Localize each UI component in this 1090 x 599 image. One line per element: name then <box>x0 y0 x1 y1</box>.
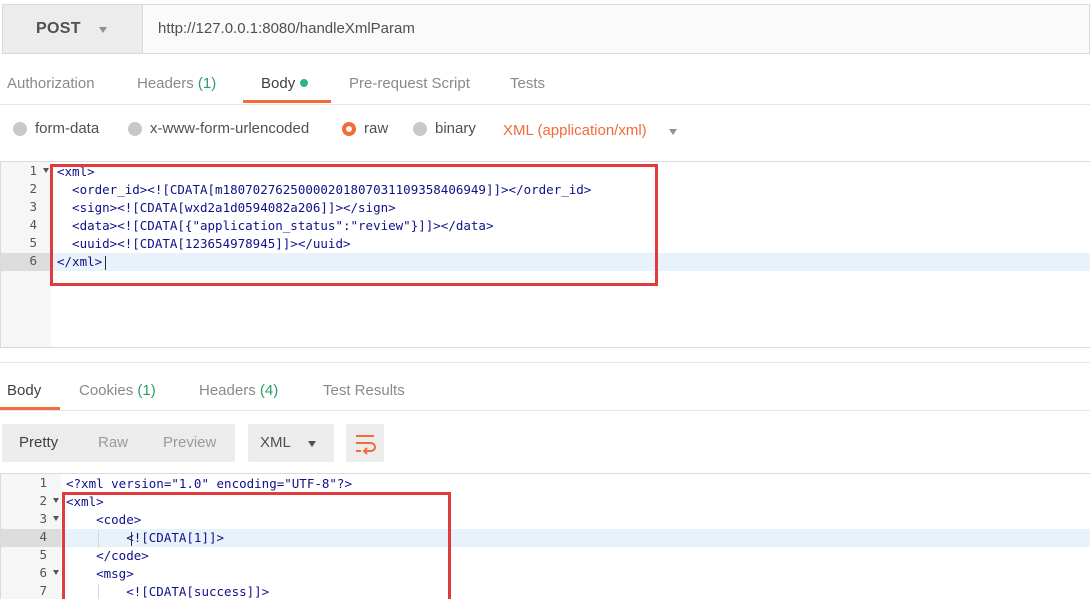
response-toolbar: Pretty Raw Preview XML <box>0 424 1090 462</box>
code-line: <uuid><![CDATA[123654978945]]></uuid> <box>57 236 351 251</box>
line-number-gutter: 1 2 3 4 5 6 <box>1 162 51 347</box>
tab-response-headers[interactable]: Headers (4) <box>199 382 278 399</box>
chevron-down-icon[interactable] <box>669 129 677 135</box>
method-select[interactable]: POST <box>2 4 143 54</box>
tab-label: Authorization <box>7 75 95 92</box>
radio-label: binary <box>435 120 476 137</box>
request-body-editor[interactable]: 1 2 3 4 5 6 <xml> <order_id><![CDATA[m18… <box>0 161 1090 348</box>
format-label: XML <box>260 434 291 451</box>
radio-label: raw <box>364 120 389 137</box>
radio-label: form-data <box>35 120 100 137</box>
tab-authorization[interactable]: Authorization <box>7 75 95 92</box>
chevron-down-icon <box>308 441 316 447</box>
response-body-viewer[interactable]: 1 2 3 4 5 6 7 <?xml version="1.0" encodi… <box>0 473 1090 599</box>
request-tabs: Authorization Headers (1) Body Pre-reque… <box>0 62 1090 105</box>
method-label: POST <box>36 20 81 37</box>
tab-label: Headers <box>199 382 256 399</box>
response-tabs: Body Cookies (1) Headers (4) Test Result… <box>0 362 1090 411</box>
radio-label: x-www-form-urlencoded <box>150 120 310 137</box>
url-input[interactable]: http://127.0.0.1:8080/handleXmlParam <box>143 4 1090 54</box>
tab-pre-request-script[interactable]: Pre-request Script <box>349 75 470 92</box>
radio-binary[interactable]: binary <box>413 120 476 137</box>
fold-arrow-icon[interactable] <box>53 516 59 521</box>
wrap-lines-button[interactable] <box>346 424 384 462</box>
tab-label: Test Results <box>323 382 405 399</box>
code-line: <![CDATA[1]]> <box>66 530 225 545</box>
radio-circle-icon <box>413 121 427 136</box>
fold-arrow-icon[interactable] <box>43 168 49 173</box>
tab-label: Tests <box>510 75 546 92</box>
wrap-lines-icon <box>356 435 376 455</box>
active-tab-underline <box>243 100 331 103</box>
text-cursor <box>105 256 106 270</box>
code-line: <code> <box>66 512 142 527</box>
tab-test-results[interactable]: Test Results <box>323 382 405 399</box>
tab-count-badge: (1) <box>197 75 217 92</box>
chevron-down-icon <box>99 27 107 33</box>
line-number: 6 <box>1 253 51 271</box>
radio-form-data[interactable]: form-data <box>13 120 99 137</box>
active-tab-underline <box>0 407 60 410</box>
tab-response-body[interactable]: Body <box>7 382 41 399</box>
tab-body[interactable]: Body <box>261 75 309 92</box>
tab-label: Body <box>261 75 296 92</box>
tab-count-badge: (1) <box>137 382 156 399</box>
format-select[interactable]: XML <box>248 424 334 462</box>
tab-label: Pre-request Script <box>349 75 470 92</box>
radio-x-www-form-urlencoded[interactable]: x-www-form-urlencoded <box>128 120 309 137</box>
code-line: </code> <box>66 548 149 563</box>
code-line: <data><![CDATA[{"application_status":"re… <box>57 218 494 233</box>
request-bar: POST http://127.0.0.1:8080/handleXmlPara… <box>0 4 1090 54</box>
view-pretty-button[interactable]: Pretty <box>19 434 58 451</box>
body-active-dot-icon <box>300 79 309 87</box>
view-preview-button[interactable]: Preview <box>163 434 216 451</box>
tab-label: Body <box>7 382 42 399</box>
text-cursor <box>131 532 132 546</box>
tab-tests[interactable]: Tests <box>510 75 545 92</box>
line-number-gutter: 1 2 3 4 5 6 7 <box>1 474 61 599</box>
code-line: <![CDATA[success]]> <box>66 584 270 599</box>
code-line: <xml> <box>66 494 104 509</box>
view-mode-segmented: Pretty Raw Preview <box>2 424 235 462</box>
code-line: <sign><![CDATA[wxd2a1d0594082a206]]></si… <box>57 200 396 215</box>
line-number: 4 <box>1 529 61 547</box>
body-type-selector: form-data x-www-form-urlencoded raw bina… <box>0 112 1090 148</box>
tab-headers[interactable]: Headers (1) <box>137 75 216 92</box>
fold-arrow-icon[interactable] <box>53 498 59 503</box>
code-line: </xml> <box>57 254 103 269</box>
tab-label: Headers <box>137 75 194 92</box>
content-type-select[interactable]: XML (application/xml) <box>503 122 647 139</box>
code-line: <order_id><![CDATA[m18070276250000201807… <box>57 182 592 197</box>
fold-arrow-icon[interactable] <box>53 570 59 575</box>
code-line: <?xml version="1.0" encoding="UTF-8"?> <box>66 476 352 491</box>
url-text: http://127.0.0.1:8080/handleXmlParam <box>158 20 415 37</box>
tab-cookies[interactable]: Cookies (1) <box>79 382 156 399</box>
radio-selected-icon <box>342 121 356 136</box>
radio-raw[interactable]: raw <box>342 120 388 137</box>
view-raw-button[interactable]: Raw <box>98 434 128 451</box>
radio-circle-icon <box>13 121 27 136</box>
code-line: <xml> <box>57 164 95 179</box>
radio-circle-icon <box>128 121 142 136</box>
tab-count-badge: (4) <box>259 382 279 399</box>
code-line: <msg> <box>66 566 134 581</box>
tab-label: Cookies <box>79 382 134 399</box>
active-line-highlight <box>1 253 1090 271</box>
